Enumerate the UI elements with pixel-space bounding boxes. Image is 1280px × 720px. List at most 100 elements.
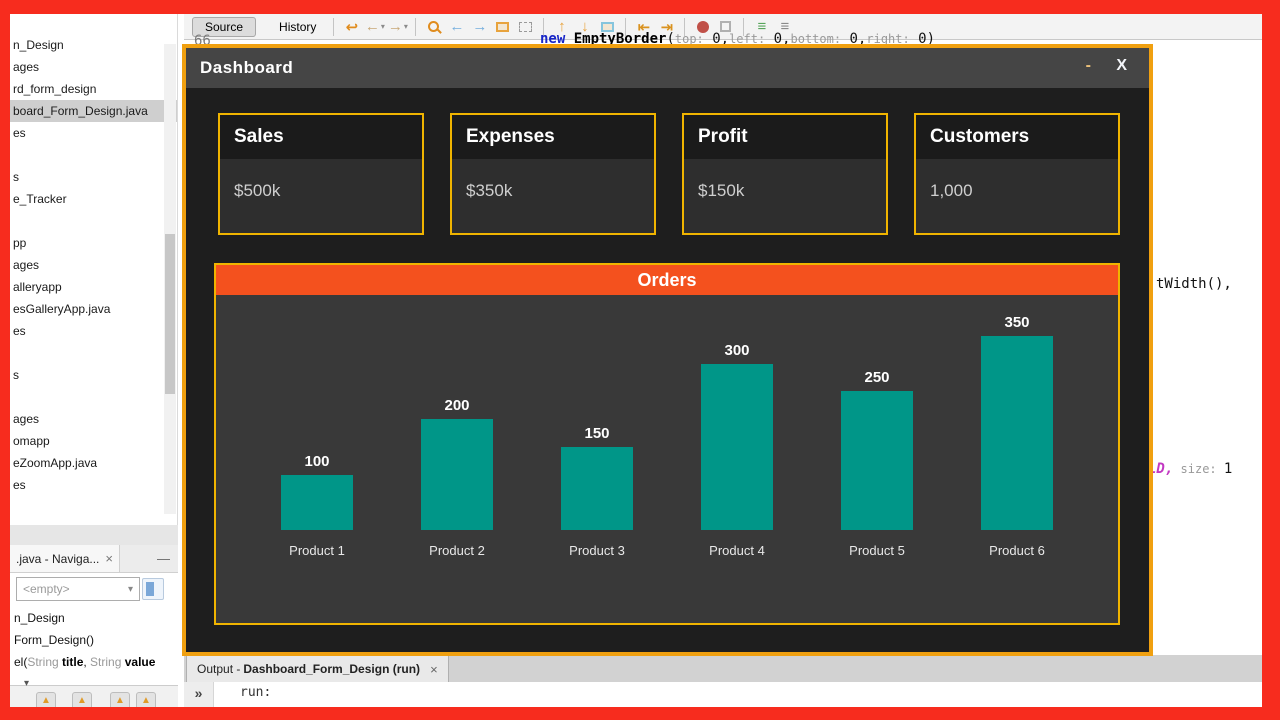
project-tree-item[interactable]: es — [10, 474, 177, 496]
project-tree-item[interactable]: n_Design — [10, 34, 177, 56]
next-occurrence-icon[interactable]: → — [469, 17, 490, 37]
stat-card-header: Customers — [916, 115, 1118, 159]
chart-bar — [981, 336, 1053, 530]
bar-category-label: Product 1 — [289, 530, 345, 558]
output-tabrow: Output - Dashboard_Form_Design (run) × — [184, 655, 1262, 682]
project-tree-item[interactable]: s — [10, 166, 177, 188]
orders-header: Orders — [216, 265, 1118, 295]
chart-bar-slot: 250 Product 5 — [807, 295, 947, 558]
project-tree-item[interactable]: e_Tracker — [10, 188, 177, 210]
orders-title: Orders — [637, 270, 696, 291]
project-tree-item[interactable] — [10, 386, 177, 408]
navigator-panel: .java - Naviga... × — <empty> ▾ n_Design… — [10, 525, 178, 707]
stat-card: Expenses $350k — [450, 113, 656, 235]
navigator-close-icon[interactable]: × — [105, 551, 113, 566]
project-tree-item[interactable] — [10, 144, 177, 166]
chevron-down-icon[interactable]: ▾ — [404, 22, 408, 31]
project-tree-item[interactable]: eZoomApp.java — [10, 452, 177, 474]
previous-occurrence-icon[interactable]: ← — [446, 17, 467, 37]
navigator-view-icon[interactable] — [142, 578, 164, 600]
output-expand-icon[interactable]: » — [184, 682, 214, 707]
project-tree-item[interactable]: esGalleryApp.java — [10, 298, 177, 320]
chart-bar-slot: 200 Product 2 — [387, 295, 527, 558]
history-tab[interactable]: History — [268, 17, 327, 37]
navigator-bottom-toolbar: ▾ ▲ ▲ ▲ ▲ — [10, 685, 178, 707]
output-tab[interactable]: Output - Dashboard_Form_Design (run) × — [186, 655, 449, 682]
stat-card: Sales $500k — [218, 113, 424, 235]
stat-card-value: $500k — [220, 181, 422, 201]
stat-card-title: Expenses — [452, 126, 555, 148]
project-tree-item[interactable]: omapp — [10, 430, 177, 452]
bar-value-label: 200 — [444, 397, 469, 414]
find-icon[interactable] — [423, 17, 444, 37]
chart-bars: 100Product 1 200 Product 2 150Product 3 300 P… — [216, 295, 1118, 558]
project-tree-item[interactable]: ages — [10, 408, 177, 430]
stat-card-value: $350k — [452, 181, 654, 201]
chart-bar — [561, 447, 633, 530]
project-tree-item[interactable]: pp — [10, 232, 177, 254]
project-tree-item[interactable]: alleryapp — [10, 276, 177, 298]
bar-category-label: Product 4 — [709, 530, 765, 558]
navigator-tab[interactable]: .java - Naviga... × — [10, 545, 120, 572]
stat-card-value: $150k — [684, 181, 886, 201]
orders-bar-chart: 100Product 1 200 Product 2 150Product 3 300 P… — [216, 295, 1118, 623]
minimize-button[interactable]: - — [1086, 57, 1091, 75]
output-close-icon[interactable]: × — [430, 662, 438, 677]
navigator-member-item[interactable]: Form_Design() — [10, 629, 178, 651]
project-tree-item[interactable]: rd_form_design — [10, 78, 177, 100]
navigator-tabrow: .java - Naviga... × — — [10, 545, 178, 573]
navigator-minimize-icon[interactable]: — — [157, 551, 170, 566]
navigator-member-item[interactable]: el(String title, String value — [10, 651, 178, 673]
chart-bar-slot: 150Product 3 — [527, 295, 667, 558]
panel-splitter[interactable] — [10, 525, 178, 545]
navigator-member-item[interactable]: n_Design — [10, 607, 178, 629]
bar-category-label: Product 5 — [849, 530, 905, 558]
stat-card-title: Sales — [220, 126, 284, 148]
sort-caret-icon[interactable]: ▾ — [24, 678, 29, 689]
highlight-frame-right — [1262, 0, 1280, 720]
output-run-line: run: — [240, 685, 271, 700]
window-title: Dashboard — [186, 58, 293, 78]
stat-card-header: Expenses — [452, 115, 654, 159]
highlight-matches-icon[interactable] — [492, 17, 513, 37]
navigator-filter-row: <empty> ▾ — [10, 575, 178, 605]
output-console[interactable]: » run: — [184, 682, 1262, 707]
bar-category-label: Product 2 — [429, 530, 485, 558]
project-tree-item[interactable] — [10, 210, 177, 232]
forward-icon[interactable]: →▾ — [387, 17, 408, 37]
project-tree-item[interactable]: board_Form_Design.java — [10, 100, 177, 122]
chart-bar-slot: 100Product 1 — [247, 295, 387, 558]
stat-cards-row: Sales $500k Expenses $350k Profit $150k Custom… — [218, 113, 1120, 235]
tree-scrollbar-thumb[interactable] — [165, 234, 175, 394]
highlight-frame-left — [0, 0, 10, 720]
back-icon[interactable]: ←▾ — [364, 17, 385, 37]
chart-bar-slot: 350Product 6 — [947, 295, 1087, 558]
highlight-frame-bottom — [0, 707, 1280, 720]
projects-panel: n_Designagesrd_form_designboard_Form_Des… — [10, 14, 178, 525]
stat-card-header: Profit — [684, 115, 886, 159]
code-fragment-width: tWidth(), — [1156, 276, 1232, 292]
dashboard-titlebar[interactable]: Dashboard - X — [186, 48, 1149, 88]
chevron-down-icon: ▾ — [128, 584, 133, 595]
project-tree-item[interactable]: s — [10, 364, 177, 386]
bar-value-label: 250 — [864, 369, 889, 386]
output-tab-name: Dashboard_Form_Design (run) — [243, 662, 420, 676]
navigator-filter-combo[interactable]: <empty> ▾ — [16, 577, 140, 601]
project-tree-item[interactable]: es — [10, 320, 177, 342]
project-tree-item[interactable]: ages — [10, 56, 177, 78]
chart-bar — [841, 391, 913, 530]
project-tree-item[interactable] — [10, 342, 177, 364]
toolbar-divider — [415, 18, 416, 36]
bar-value-label: 150 — [584, 425, 609, 442]
tree-scrollbar[interactable] — [164, 44, 176, 514]
rectangular-selection-icon[interactable] — [515, 17, 536, 37]
navigator-tab-label: .java - Naviga... — [16, 552, 99, 566]
close-button[interactable]: X — [1116, 57, 1127, 75]
chevron-down-icon[interactable]: ▾ — [381, 22, 385, 31]
bar-value-label: 300 — [724, 342, 749, 359]
project-tree-item[interactable]: ages — [10, 254, 177, 276]
project-tree-item[interactable]: es — [10, 122, 177, 144]
last-edit-location-icon[interactable]: ↩ — [341, 17, 362, 37]
chart-bar — [701, 364, 773, 530]
output-tab-prefix: Output - — [197, 662, 240, 676]
